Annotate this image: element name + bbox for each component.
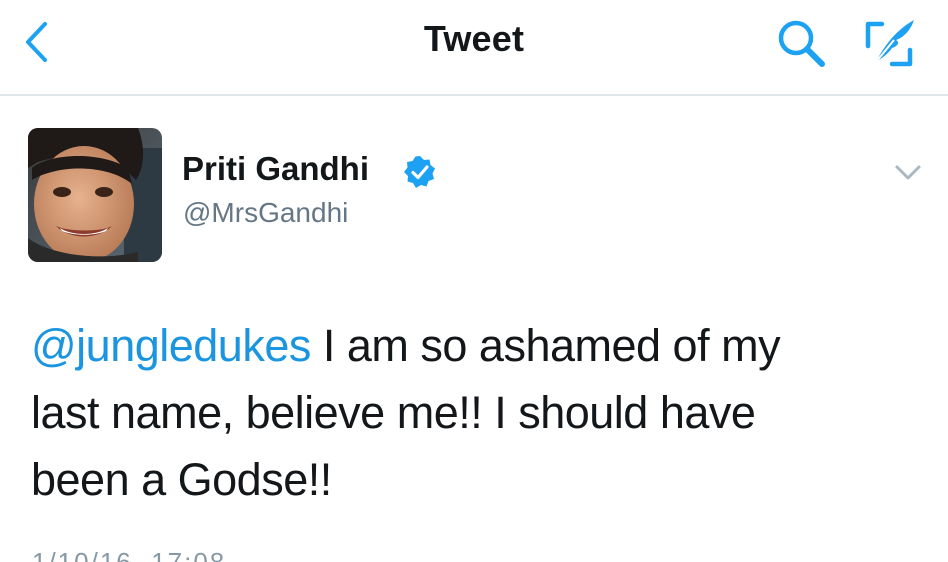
profile-photo bbox=[28, 128, 162, 262]
author-handle[interactable]: @MrsGandhi bbox=[183, 197, 348, 229]
tweet-text: @jungledukes I am so ashamed of my last … bbox=[31, 312, 931, 513]
nav-bar: Tweet bbox=[0, 0, 948, 96]
tweet-line-3: been a Godse!! bbox=[31, 454, 332, 505]
compose-tweet-button[interactable] bbox=[860, 14, 922, 72]
tweet-menu-button[interactable] bbox=[886, 156, 930, 190]
avatar[interactable] bbox=[28, 128, 162, 262]
search-button[interactable] bbox=[772, 16, 832, 72]
mention-link[interactable]: @jungledukes bbox=[31, 320, 311, 371]
tweet-line-1: @jungledukes I am so ashamed of my bbox=[31, 312, 931, 379]
tweet-detail-screen: Tweet Priti Gandhi @MrsGandhi @jungleduk… bbox=[0, 0, 948, 562]
search-icon bbox=[778, 20, 825, 67]
tweet-timestamp: 1/10/16, 17:08 bbox=[32, 547, 227, 562]
chevron-down-icon bbox=[895, 165, 921, 180]
verified-badge-icon bbox=[404, 156, 435, 188]
tweet-line-2: last name, believe me!! I should have bbox=[31, 387, 756, 438]
author-name[interactable]: Priti Gandhi bbox=[182, 150, 369, 188]
compose-icon bbox=[865, 20, 914, 67]
tweet-text-part: I am so ashamed of my bbox=[310, 320, 781, 371]
